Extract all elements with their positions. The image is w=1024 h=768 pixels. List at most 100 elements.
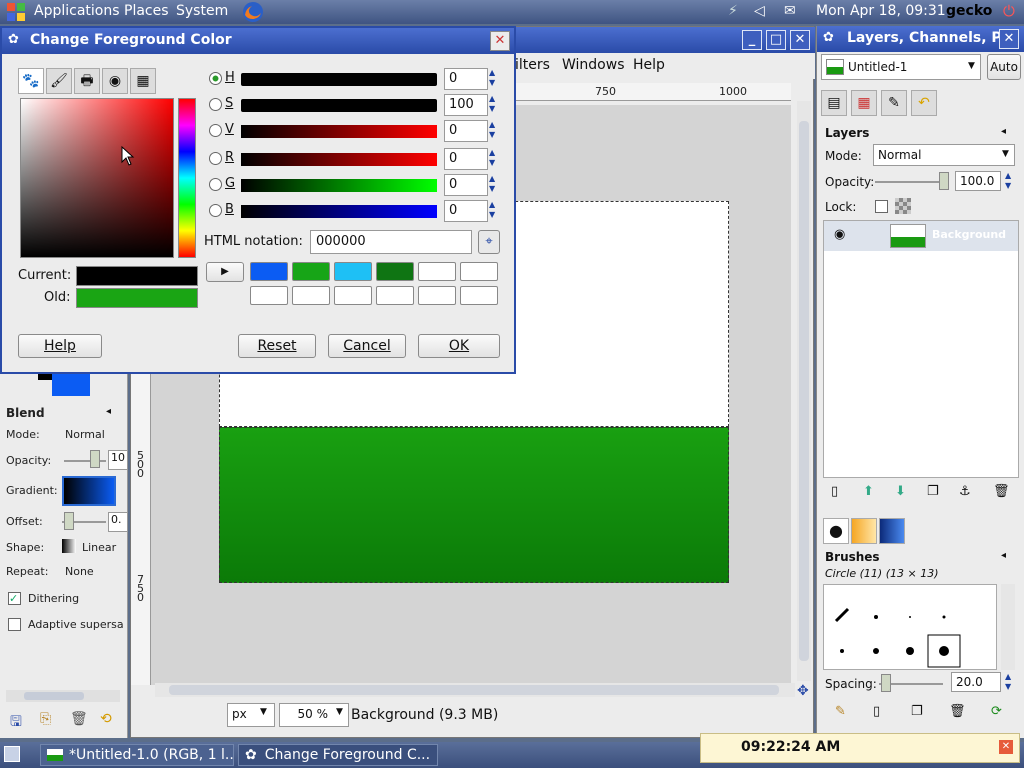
opacity-spinner[interactable]: ▲ ▼	[1005, 171, 1011, 191]
dialog-close-button[interactable]: ✕	[490, 31, 510, 51]
close-icon[interactable]: ✕	[999, 740, 1013, 754]
task-untitled-image[interactable]: *Untitled-1.0 (RGB, 1 l...	[40, 744, 234, 766]
shape-value[interactable]: Linear	[82, 541, 116, 554]
image-select[interactable]: Untitled-1 ▼	[821, 54, 981, 80]
unit-select[interactable]: px ▼	[227, 703, 275, 727]
lock-alpha-icon[interactable]	[895, 198, 911, 214]
history-swatch-2[interactable]	[292, 262, 330, 281]
delete-layer-icon[interactable]: 🗑	[993, 484, 1010, 499]
history-swatch-10[interactable]	[376, 286, 414, 305]
slider-v-bar[interactable]	[241, 125, 437, 138]
toolbox-scroll-thumb[interactable]	[24, 692, 84, 700]
layers-dock-titlebar[interactable]: Layers, Channels, P ✿ ✕	[817, 26, 1024, 52]
close-button[interactable]: ✕	[999, 29, 1019, 49]
eye-icon[interactable]: ◉	[834, 227, 845, 242]
brushes-tab-icon[interactable]: ●	[823, 518, 849, 544]
slider-h-spinner[interactable]: ▲ ▼	[489, 68, 499, 88]
history-swatch-4[interactable]	[376, 262, 414, 281]
lower-layer-icon[interactable]: ⬇	[895, 484, 906, 499]
offset-field[interactable]: 0.	[108, 512, 128, 532]
save-options-icon[interactable]: 🖫	[10, 711, 22, 735]
opacity-slider-handle[interactable]	[90, 450, 100, 468]
restore-options-icon[interactable]: ⎘	[40, 711, 51, 727]
gimp-selector-tab-icon[interactable]: 🐾	[18, 68, 44, 94]
new-brush-icon[interactable]: ▯	[873, 704, 880, 719]
volume-icon[interactable]: ◁	[754, 3, 765, 19]
add-to-history-button[interactable]: ▶	[206, 262, 244, 282]
slider-g-label[interactable]: G	[225, 176, 235, 191]
slider-r-value[interactable]: 0	[444, 148, 488, 170]
slider-s-label[interactable]: S	[225, 96, 233, 111]
slider-h-label[interactable]: H	[225, 70, 235, 85]
vertical-scroll-thumb[interactable]	[799, 121, 809, 661]
background-color-swatch[interactable]	[52, 374, 90, 396]
slider-r-label[interactable]: R	[225, 150, 234, 165]
refresh-brushes-icon[interactable]: ⟳	[991, 704, 1002, 719]
configure-icon[interactable]: ◂	[106, 406, 111, 417]
palette-selector-tab-icon[interactable]: ▦	[130, 68, 156, 94]
cancel-button[interactable]: Cancel	[328, 334, 406, 358]
slider-v-spinner[interactable]: ▲ ▼	[489, 120, 499, 140]
edit-brush-icon[interactable]: ✎	[835, 704, 846, 719]
reset-options-icon[interactable]: ⟲	[100, 711, 112, 727]
slider-b-spinner[interactable]: ▲ ▼	[489, 200, 499, 220]
repeat-value[interactable]: None	[65, 565, 94, 578]
slider-b-bar[interactable]	[241, 205, 437, 218]
delete-options-icon[interactable]: 🗑	[70, 711, 88, 727]
clock[interactable]: Mon Apr 18, 09:31	[816, 3, 946, 19]
mail-icon[interactable]: ✉	[784, 3, 796, 19]
toolbox-scrollbar[interactable]	[6, 690, 120, 702]
history-swatch-11[interactable]	[418, 286, 456, 305]
configure-icon[interactable]: ◂	[1001, 550, 1006, 561]
slider-h-value[interactable]: 0	[444, 68, 488, 90]
show-desktop-icon[interactable]	[4, 746, 20, 762]
slider-b-value[interactable]: 0	[444, 200, 488, 222]
layer-opacity-handle[interactable]	[939, 172, 949, 190]
slider-s-value[interactable]: 100	[444, 94, 488, 116]
brush-previews[interactable]	[824, 585, 998, 671]
network-icon[interactable]: ⚡	[728, 3, 738, 19]
task-change-foreground[interactable]: ✿ Change Foreground C...	[238, 744, 438, 766]
shape-linear-icon[interactable]	[62, 539, 76, 553]
menu-filters[interactable]: ilters	[515, 57, 550, 73]
dithering-checkbox[interactable]: ✓	[8, 592, 21, 605]
slider-r-spinner[interactable]: ▲ ▼	[489, 148, 499, 168]
paths-tab-icon[interactable]: ✎	[881, 90, 907, 116]
help-button[interactable]: Help	[18, 334, 102, 358]
history-swatch-12[interactable]	[460, 286, 498, 305]
horizontal-scrollbar[interactable]	[155, 683, 795, 697]
slider-b-label[interactable]: B	[225, 202, 234, 217]
vertical-scrollbar[interactable]	[797, 101, 811, 681]
offset-slider-handle[interactable]	[64, 512, 74, 530]
menu-system[interactable]: System	[176, 3, 228, 19]
firefox-icon[interactable]	[242, 1, 264, 23]
zoom-select[interactable]: 50 % ▼	[279, 703, 349, 727]
spacing-field[interactable]: 20.0	[951, 672, 1001, 692]
cmyk-selector-tab-icon[interactable]: 🖶	[74, 68, 100, 94]
gradient-preview[interactable]	[62, 476, 116, 506]
slider-g-bar[interactable]	[241, 179, 437, 192]
duplicate-brush-icon[interactable]: ❐	[911, 704, 923, 719]
history-swatch-6[interactable]	[460, 262, 498, 281]
history-swatch-7[interactable]	[250, 286, 288, 305]
lock-pixels-checkbox[interactable]	[875, 200, 888, 213]
history-swatch-1[interactable]	[250, 262, 288, 281]
color-picker-icon[interactable]: ⌖	[478, 230, 500, 254]
power-icon[interactable]: ⏻	[1003, 2, 1015, 20]
layer-row-background[interactable]: ◉ Background	[824, 221, 1018, 251]
user-name[interactable]: gecko	[946, 3, 992, 19]
raise-layer-icon[interactable]: ⬆	[863, 484, 874, 499]
history-swatch-3[interactable]	[334, 262, 372, 281]
menu-places[interactable]: Places	[124, 3, 169, 19]
wheel-selector-tab-icon[interactable]: ◉	[102, 68, 128, 94]
horizontal-scroll-thumb[interactable]	[169, 685, 779, 695]
gradients-tab-icon[interactable]	[879, 518, 905, 544]
slider-v-radio[interactable]	[209, 124, 222, 137]
slider-g-spinner[interactable]: ▲ ▼	[489, 174, 499, 194]
brushes-grid[interactable]	[823, 584, 997, 670]
slider-v-label[interactable]: V	[225, 122, 234, 137]
layer-name[interactable]: Background	[932, 228, 1006, 241]
auto-button[interactable]: Auto	[987, 54, 1021, 80]
slider-h-bar[interactable]	[241, 73, 437, 86]
history-swatch-9[interactable]	[334, 286, 372, 305]
